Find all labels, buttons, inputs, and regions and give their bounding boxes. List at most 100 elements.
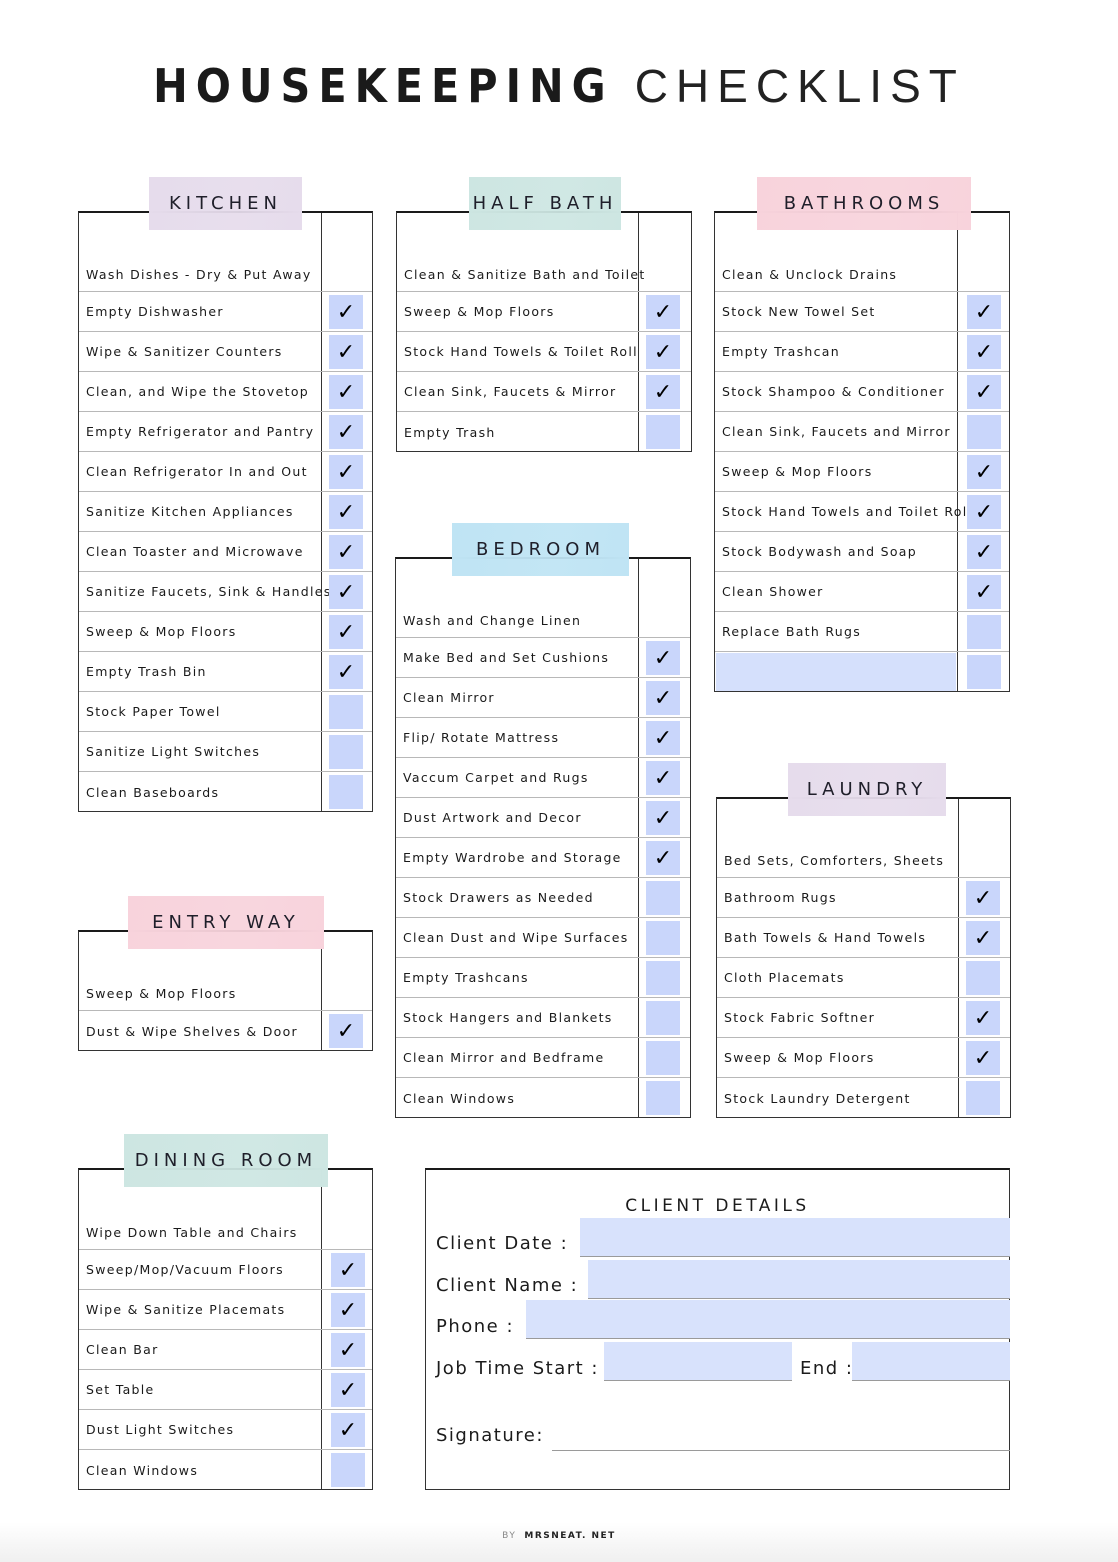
blank-item-input[interactable] — [716, 653, 956, 691]
client-details-title: CLIENT DETAILS — [625, 1196, 810, 1216]
checkbox[interactable] — [331, 1453, 365, 1487]
signature-line[interactable] — [552, 1450, 1010, 1451]
checkbox[interactable]: ✓ — [646, 721, 680, 755]
checklist-row: Stock Bodywash and Soap ✓ — [715, 532, 1009, 572]
item-label: Wash and Change Linen — [403, 613, 582, 628]
section-header: KITCHEN — [149, 177, 302, 230]
section-header: BEDROOM — [452, 523, 629, 576]
checkbox[interactable]: ✓ — [967, 375, 1001, 409]
checkbox[interactable] — [967, 615, 1001, 649]
checkbox[interactable]: ✓ — [329, 375, 363, 409]
job-time-start-field[interactable] — [604, 1342, 792, 1381]
checkbox[interactable]: ✓ — [331, 1413, 365, 1447]
item-label: Clean Sink, Faucets & Mirror — [404, 384, 617, 399]
checkbox[interactable]: ✓ — [329, 335, 363, 369]
checkbox[interactable] — [329, 695, 363, 729]
checkbox[interactable]: ✓ — [967, 575, 1001, 609]
client-date-field[interactable] — [580, 1218, 1010, 1257]
item-label: Clean & Sanitize Bath and Toilet — [404, 267, 646, 282]
checkbox[interactable] — [966, 1081, 1000, 1115]
checkbox[interactable] — [646, 1081, 680, 1115]
checkbox[interactable]: ✓ — [646, 375, 680, 409]
checkbox[interactable]: ✓ — [329, 1014, 363, 1048]
checkbox[interactable] — [646, 961, 680, 995]
checkbox[interactable]: ✓ — [329, 615, 363, 649]
checklist-row: Empty Dishwasher ✓ — [79, 292, 372, 332]
checkbox[interactable] — [646, 921, 680, 955]
checklist-row: Clean Bar ✓ — [79, 1330, 372, 1370]
checkbox[interactable]: ✓ — [646, 801, 680, 835]
checkbox[interactable]: ✓ — [646, 761, 680, 795]
checkbox[interactable]: ✓ — [329, 455, 363, 489]
checkbox[interactable] — [966, 961, 1000, 995]
signature-label: Signature: — [436, 1425, 544, 1446]
checkbox[interactable]: ✓ — [646, 841, 680, 875]
checkbox[interactable]: ✓ — [331, 1253, 365, 1287]
check-icon: ✓ — [653, 645, 673, 671]
checkbox[interactable]: ✓ — [329, 535, 363, 569]
checkbox[interactable]: ✓ — [329, 575, 363, 609]
checkbox[interactable]: ✓ — [967, 535, 1001, 569]
checkbox[interactable]: ✓ — [329, 495, 363, 529]
checklist-row: Clean Mirror and Bedframe — [396, 1038, 690, 1078]
item-label: Empty Trashcan — [722, 344, 840, 359]
checkbox[interactable]: ✓ — [967, 335, 1001, 369]
check-icon: ✓ — [973, 1005, 993, 1031]
checklist-row: Stock Laundry Detergent — [717, 1078, 1010, 1118]
checklist-row: Flip/ Rotate Mattress ✓ — [396, 718, 690, 758]
item-label: Vaccum Carpet and Rugs — [403, 770, 589, 785]
checkbox[interactable]: ✓ — [331, 1333, 365, 1367]
checkbox[interactable]: ✓ — [646, 295, 680, 329]
checkbox[interactable] — [646, 415, 680, 449]
checkbox[interactable]: ✓ — [967, 455, 1001, 489]
item-label: Clean Toaster and Microwave — [86, 544, 304, 559]
checkbox[interactable]: ✓ — [331, 1293, 365, 1327]
item-label: Sweep & Mop Floors — [724, 1050, 875, 1065]
checkbox[interactable]: ✓ — [646, 641, 680, 675]
section-header: LAUNDRY — [788, 763, 946, 816]
section-frame: Clean & Unclock Drains Stock New Towel Se… — [714, 211, 1010, 692]
check-icon: ✓ — [338, 1257, 358, 1283]
item-label: Bathroom Rugs — [724, 890, 837, 905]
checkbox[interactable]: ✓ — [966, 1041, 1000, 1075]
checkbox[interactable] — [646, 881, 680, 915]
client-date-label: Client Date : — [436, 1233, 569, 1254]
checkbox[interactable]: ✓ — [646, 681, 680, 715]
phone-field[interactable] — [526, 1300, 1010, 1339]
section-header: HALF BATH — [469, 177, 621, 230]
checkbox[interactable]: ✓ — [646, 335, 680, 369]
check-icon: ✓ — [336, 579, 356, 605]
checkbox[interactable] — [967, 415, 1001, 449]
checkbox[interactable]: ✓ — [967, 495, 1001, 529]
checkbox[interactable]: ✓ — [966, 1001, 1000, 1035]
checkbox[interactable]: ✓ — [331, 1373, 365, 1407]
item-label: Cloth Placemats — [724, 970, 845, 985]
item-label: Clean Mirror and Bedframe — [403, 1050, 605, 1065]
checkbox[interactable] — [329, 735, 363, 769]
checklist-row: Sweep & Mop Floors ✓ — [717, 1038, 1010, 1078]
job-time-end-field[interactable] — [852, 1342, 1010, 1381]
item-label: Stock New Towel Set — [722, 304, 876, 319]
checkbox[interactable]: ✓ — [966, 881, 1000, 915]
checkbox[interactable]: ✓ — [329, 415, 363, 449]
checkbox[interactable]: ✓ — [329, 295, 363, 329]
checkbox[interactable] — [646, 1001, 680, 1035]
checkbox[interactable]: ✓ — [967, 295, 1001, 329]
item-label: Sweep & Mop Floors — [722, 464, 873, 479]
checklist-row: Dust Light Switches ✓ — [79, 1410, 372, 1450]
checkbox[interactable]: ✓ — [966, 921, 1000, 955]
check-icon: ✓ — [338, 1417, 358, 1443]
footer-site[interactable]: MRSNEAT. NET — [524, 1531, 615, 1541]
item-label: Bed Sets, Comforters, Sheets — [724, 853, 945, 868]
checkbox[interactable] — [967, 655, 1001, 689]
check-icon: ✓ — [336, 299, 356, 325]
checklist-row: Empty Trash Bin ✓ — [79, 652, 372, 692]
checklist-row: Clean Windows — [396, 1078, 690, 1118]
client-name-field[interactable] — [588, 1260, 1010, 1299]
item-label: Wipe & Sanitize Placemats — [86, 1302, 286, 1317]
checkbox[interactable]: ✓ — [329, 655, 363, 689]
checkbox[interactable] — [329, 775, 363, 809]
checkbox[interactable] — [646, 1041, 680, 1075]
checklist-row: Stock Hand Towels & Toilet Roll ✓ — [397, 332, 691, 372]
section-header: ENTRY WAY — [128, 896, 324, 949]
